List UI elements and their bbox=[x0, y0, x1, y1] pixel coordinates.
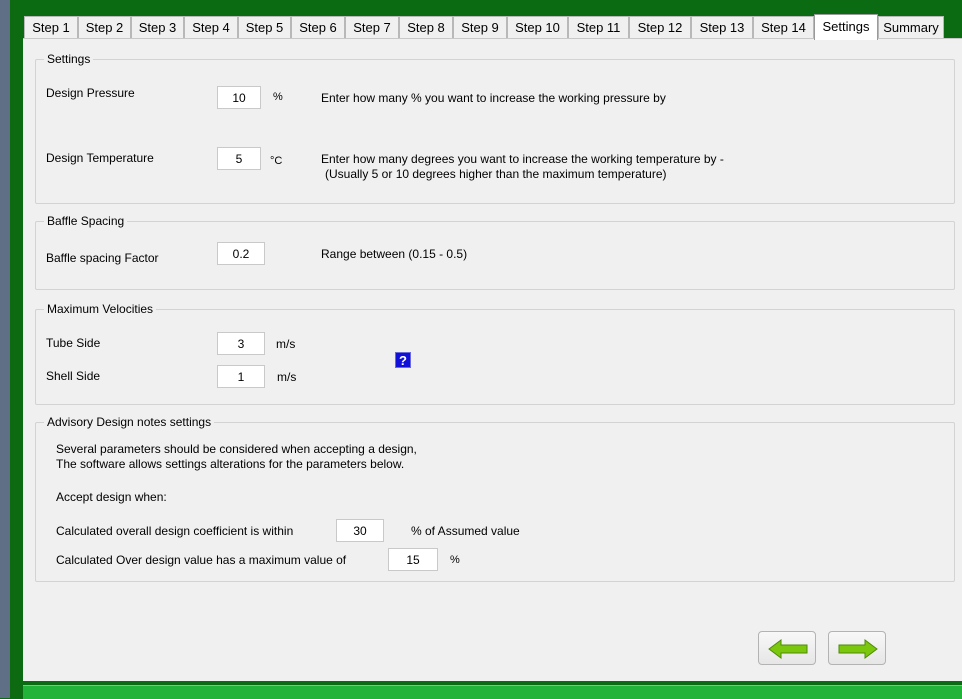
tube-side-unit: m/s bbox=[276, 337, 296, 351]
window-left-border bbox=[10, 0, 20, 698]
tab-step-1[interactable]: Step 1 bbox=[24, 16, 78, 38]
baffle-factor-label: Baffle spacing Factor bbox=[46, 251, 159, 265]
advisory-notes-group-title: Advisory Design notes settings bbox=[44, 414, 215, 430]
baffle-range-hint: Range between (0.15 - 0.5) bbox=[321, 247, 468, 261]
arrow-right-icon bbox=[838, 639, 878, 659]
design-pressure-input[interactable] bbox=[217, 86, 261, 109]
next-button[interactable] bbox=[828, 631, 886, 665]
baffle-spacing-group-title: Baffle Spacing bbox=[44, 213, 128, 229]
window-left-edge bbox=[0, 0, 10, 698]
design-pressure-label: Design Pressure bbox=[46, 86, 135, 100]
help-icon[interactable]: ? bbox=[395, 352, 411, 368]
shell-side-label: Shell Side bbox=[46, 369, 101, 383]
settings-group: Settings Design Pressure % Enter how man… bbox=[35, 51, 955, 204]
tab-step-8[interactable]: Step 8 bbox=[399, 16, 453, 38]
design-coefficient-label: Calculated overall design coefficient is… bbox=[56, 524, 294, 538]
shell-side-unit: m/s bbox=[277, 370, 297, 384]
tab-step-11[interactable]: Step 11 bbox=[568, 16, 629, 38]
design-temperature-unit: °C bbox=[270, 155, 283, 167]
tab-settings[interactable]: Settings bbox=[814, 14, 878, 40]
design-pressure-unit: % bbox=[273, 91, 283, 103]
design-temperature-input[interactable] bbox=[217, 147, 261, 170]
tab-step-5[interactable]: Step 5 bbox=[238, 16, 291, 38]
max-velocities-group-title: Maximum Velocities bbox=[44, 301, 157, 317]
design-coefficient-unit: % of Assumed value bbox=[411, 524, 520, 538]
tab-step-3[interactable]: Step 3 bbox=[131, 16, 184, 38]
arrow-left-icon bbox=[768, 639, 808, 659]
tab-step-7[interactable]: Step 7 bbox=[345, 16, 399, 38]
tab-step-6[interactable]: Step 6 bbox=[291, 16, 345, 38]
tab-step-9[interactable]: Step 9 bbox=[453, 16, 507, 38]
settings-group-title: Settings bbox=[44, 51, 94, 67]
tab-step-13[interactable]: Step 13 bbox=[691, 16, 753, 38]
tab-step-12[interactable]: Step 12 bbox=[629, 16, 691, 38]
settings-panel: Settings Design Pressure % Enter how man… bbox=[23, 38, 962, 681]
design-pressure-hint: Enter how many % you want to increase th… bbox=[321, 91, 666, 105]
baffle-spacing-group: Baffle Spacing Baffle spacing Factor Ran… bbox=[35, 213, 955, 290]
tube-side-label: Tube Side bbox=[46, 336, 101, 350]
status-bar bbox=[23, 685, 962, 699]
over-design-input[interactable] bbox=[388, 548, 438, 571]
advisory-notes-group: Advisory Design notes settings Several p… bbox=[35, 414, 955, 582]
shell-side-input[interactable] bbox=[217, 365, 265, 388]
tube-side-input[interactable] bbox=[217, 332, 265, 355]
baffle-factor-input[interactable] bbox=[217, 242, 265, 265]
advisory-note-line1: Several parameters should be considered … bbox=[56, 442, 417, 456]
design-coefficient-input[interactable] bbox=[336, 519, 384, 542]
design-temperature-label: Design Temperature bbox=[46, 151, 154, 165]
tab-step-4[interactable]: Step 4 bbox=[184, 16, 238, 38]
over-design-unit: % bbox=[450, 554, 460, 566]
over-design-label: Calculated Over design value has a maxim… bbox=[56, 553, 347, 567]
tab-step-14[interactable]: Step 14 bbox=[753, 16, 814, 38]
tab-step-2[interactable]: Step 2 bbox=[78, 16, 131, 38]
tab-summary[interactable]: Summary bbox=[878, 16, 944, 38]
tab-bar: Step 1 Step 2 Step 3 Step 4 Step 5 Step … bbox=[24, 14, 962, 40]
max-velocities-group: Maximum Velocities Tube Side m/s Shell S… bbox=[35, 301, 955, 405]
back-button[interactable] bbox=[758, 631, 816, 665]
advisory-note-line2: The software allows settings alterations… bbox=[56, 457, 405, 471]
tab-step-10[interactable]: Step 10 bbox=[507, 16, 568, 38]
design-temperature-hint-line1: Enter how many degrees you want to incre… bbox=[321, 152, 724, 166]
accept-design-label: Accept design when: bbox=[56, 490, 167, 504]
design-temperature-hint-line2: (Usually 5 or 10 degrees higher than the… bbox=[325, 167, 667, 181]
